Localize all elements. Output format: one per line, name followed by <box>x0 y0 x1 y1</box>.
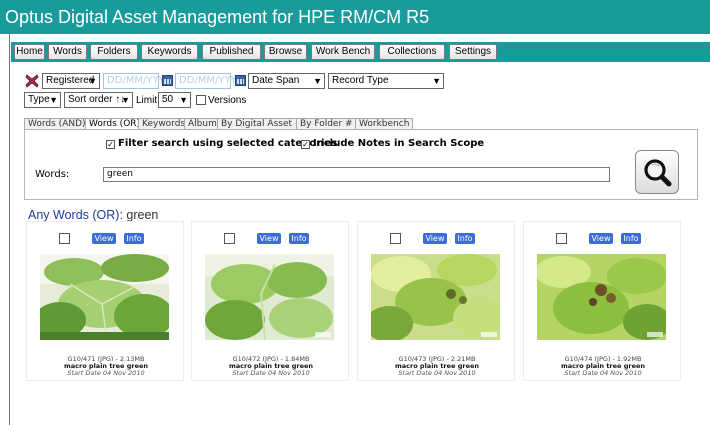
app-title: Optus Digital Asset Management for HPE R… <box>5 7 430 27</box>
record-type-select[interactable]: Record Type ▼ <box>328 73 444 89</box>
nav-workbench-button[interactable]: Work Bench <box>311 44 375 60</box>
type-select[interactable]: Type ▼ <box>24 92 61 108</box>
view-button[interactable]: View <box>257 233 281 244</box>
filter-categories-checkbox[interactable]: ✓ <box>106 140 115 149</box>
result-card: View Info G10/473 (JPG) - 2.21MB macro p… <box>357 221 515 381</box>
page-left-border <box>9 34 10 425</box>
date-span-select[interactable]: Date Span ▼ <box>248 73 325 89</box>
limit-label: Limit <box>136 95 158 106</box>
asset-thumbnail[interactable] <box>40 254 169 340</box>
type-value: Type <box>28 94 50 105</box>
info-button[interactable]: Info <box>455 233 475 244</box>
registered-select[interactable]: Registered ▼ <box>42 73 100 89</box>
sort-order-select[interactable]: Sort order ↑↓ ▼ <box>64 92 133 108</box>
limit-select[interactable]: 50 ▼ <box>158 92 191 108</box>
filter-row-primary: Registered ▼ DD/MM/YYYY DD/MM/YYYY Date … <box>24 73 704 90</box>
chevron-down-icon: ▼ <box>88 76 97 86</box>
magnifier-icon <box>644 159 672 187</box>
select-checkbox[interactable] <box>556 233 567 244</box>
asset-thumbnail[interactable] <box>537 254 666 340</box>
asset-start-date: Start Date 04 Nov 2010 <box>67 369 145 377</box>
date-to-input[interactable]: DD/MM/YYYY <box>175 73 243 89</box>
result-card: View Info G10/472 (JPG) - 1.84MB macro p… <box>191 221 349 381</box>
chevron-down-icon: ▼ <box>121 95 130 105</box>
date-span-value: Date Span <box>252 75 300 86</box>
results-heading-label: Any Words (OR): <box>28 208 123 222</box>
main-nav-bar: Home Words Folders Keywords Published Br… <box>11 42 710 62</box>
nav-published-button[interactable]: Published <box>202 44 261 60</box>
nav-settings-button[interactable]: Settings <box>449 44 497 60</box>
asset-thumbnail[interactable] <box>371 254 500 340</box>
asset-start-date: Start Date 04 Nov 2010 <box>398 369 476 377</box>
calendar-icon[interactable] <box>235 75 246 86</box>
words-label: Words: <box>35 169 70 180</box>
nav-browse-button[interactable]: Browse <box>264 44 307 60</box>
limit-value: 50 <box>162 94 174 105</box>
sort-order-value: Sort order ↑↓ <box>68 94 126 105</box>
calendar-icon[interactable] <box>162 75 173 86</box>
nav-words-button[interactable]: Words <box>48 44 87 60</box>
asset-thumbnail[interactable] <box>205 254 334 340</box>
asset-start-date: Start Date 04 Nov 2010 <box>232 369 310 377</box>
nav-keywords-button[interactable]: Keywords <box>141 44 198 60</box>
chevron-down-icon: ▼ <box>432 76 441 86</box>
date-from-input[interactable]: DD/MM/YYYY <box>103 73 171 89</box>
words-search-input[interactable]: green <box>103 167 610 182</box>
asset-start-date: Start Date 04 Nov 2010 <box>564 369 642 377</box>
nav-home-button[interactable]: Home <box>14 44 45 60</box>
select-checkbox[interactable] <box>59 233 70 244</box>
versions-checkbox[interactable] <box>196 95 206 105</box>
include-notes-checkbox[interactable]: ✓ <box>301 140 310 149</box>
info-button[interactable]: Info <box>621 233 641 244</box>
select-checkbox[interactable] <box>390 233 401 244</box>
filter-row-secondary: Type ▼ Sort order ↑↓ ▼ Limit 50 ▼ Versio… <box>24 92 704 109</box>
chevron-down-icon: ▼ <box>49 95 58 105</box>
versions-label: Versions <box>208 95 247 106</box>
nav-folders-button[interactable]: Folders <box>90 44 138 60</box>
info-button[interactable]: Info <box>124 233 144 244</box>
view-button[interactable]: View <box>423 233 447 244</box>
info-button[interactable]: Info <box>289 233 309 244</box>
clear-filters-icon[interactable] <box>25 74 39 88</box>
results-heading: Any Words (OR): green <box>28 208 158 222</box>
result-card: View Info G10/474 (JPG) - 1.92MB macro p… <box>523 221 681 381</box>
search-panel: ✓ Filter search using selected categorie… <box>24 129 698 200</box>
include-notes-label: Include Notes in Search Scope <box>313 138 485 149</box>
view-button[interactable]: View <box>92 233 116 244</box>
search-button[interactable] <box>635 150 679 194</box>
chevron-down-icon: ▼ <box>313 76 322 86</box>
results-heading-term: green <box>122 208 159 222</box>
view-button[interactable]: View <box>589 233 613 244</box>
chevron-down-icon: ▼ <box>179 95 188 105</box>
record-type-value: Record Type <box>332 75 389 86</box>
nav-collections-button[interactable]: Collections <box>379 44 445 60</box>
result-card: View Info G10/471 (JPG) - 2.13MB macro p… <box>26 221 184 381</box>
app-title-bar: Optus Digital Asset Management for HPE R… <box>0 0 710 34</box>
select-checkbox[interactable] <box>224 233 235 244</box>
